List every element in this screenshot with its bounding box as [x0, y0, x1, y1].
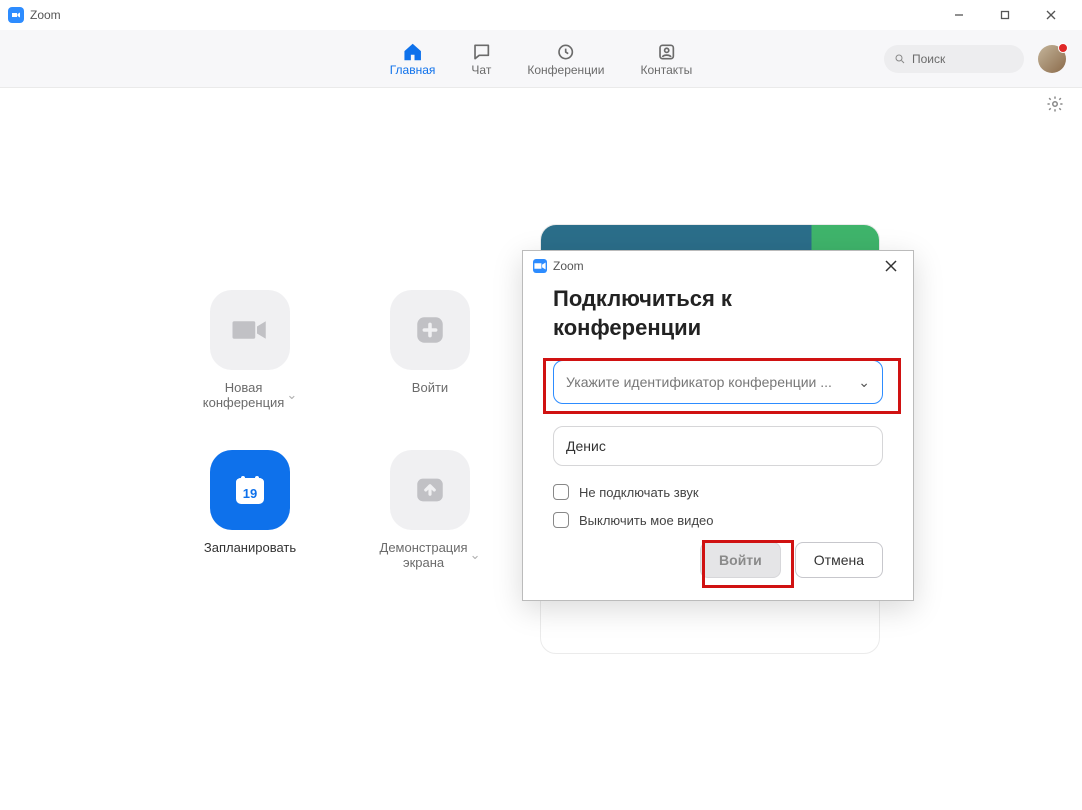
chevron-down-icon[interactable]: ⌄ — [286, 387, 297, 403]
cancel-button[interactable]: Отмена — [795, 542, 883, 578]
window-title: Zoom — [30, 8, 61, 22]
tile-label: Войти — [412, 380, 448, 395]
zoom-app-icon — [533, 259, 547, 273]
app-titlebar: Zoom — [0, 0, 1082, 30]
dialog-heading: Подключиться к конференции — [553, 285, 883, 342]
zoom-app-icon — [8, 7, 24, 23]
chat-icon — [471, 41, 491, 63]
window-close-button[interactable] — [1028, 0, 1074, 30]
mute-audio-label: Не подключать звук — [579, 485, 699, 500]
nav-tab-contacts[interactable]: Контакты — [640, 41, 692, 77]
chevron-down-icon[interactable]: ⌄ — [858, 374, 870, 391]
search-placeholder: Поиск — [912, 52, 945, 66]
nav-label: Чат — [471, 63, 491, 77]
toolbar — [0, 88, 1082, 124]
search-input[interactable]: Поиск — [884, 45, 1024, 73]
search-icon — [894, 53, 906, 65]
join-meeting-dialog: Zoom Подключиться к конференции Укажите … — [522, 250, 914, 601]
tile-schedule[interactable]: 19 Запланировать — [190, 450, 310, 570]
dialog-title: Zoom — [553, 259, 584, 273]
clock-icon — [556, 41, 576, 63]
display-name-value: Денис — [566, 438, 606, 454]
avatar[interactable] — [1038, 45, 1066, 73]
home-icon — [402, 41, 424, 63]
tile-label-line1: Демонстрация — [380, 540, 468, 555]
tile-label-line2: конференция — [203, 395, 285, 410]
cancel-button-label: Отмена — [814, 552, 864, 568]
gear-icon — [1046, 95, 1064, 113]
nav-label: Контакты — [640, 63, 692, 77]
join-button[interactable]: Войти — [700, 542, 781, 578]
video-camera-icon — [210, 290, 290, 370]
chevron-down-icon[interactable]: ⌄ — [470, 547, 481, 563]
tile-label-line2: экрана — [380, 555, 468, 570]
join-button-label: Войти — [719, 552, 762, 568]
meeting-id-input[interactable]: Укажите идентификатор конференции ... ⌄ — [553, 360, 883, 404]
mute-audio-checkbox[interactable] — [553, 484, 569, 500]
tile-new-meeting[interactable]: Новая конференция ⌄ — [190, 290, 310, 410]
window-minimize-button[interactable] — [936, 0, 982, 30]
plus-icon — [390, 290, 470, 370]
calendar-icon: 19 — [210, 450, 290, 530]
disable-video-label: Выключить мое видео — [579, 513, 714, 528]
tile-share-screen[interactable]: Демонстрация экрана ⌄ — [370, 450, 490, 570]
window-maximize-button[interactable] — [982, 0, 1028, 30]
nav-label: Конференции — [527, 63, 604, 77]
tile-join[interactable]: Войти — [370, 290, 490, 410]
tile-label: Запланировать — [204, 540, 296, 555]
nav-tab-meetings[interactable]: Конференции — [527, 41, 604, 77]
meeting-id-placeholder: Укажите идентификатор конференции ... — [566, 374, 832, 390]
nav-tab-home[interactable]: Главная — [390, 41, 436, 77]
tile-label-line1: Новая — [203, 380, 285, 395]
app-header: Главная Чат Конференции Контакты Поиск — [0, 30, 1082, 88]
display-name-input[interactable]: Денис — [553, 426, 883, 466]
settings-button[interactable] — [1046, 95, 1064, 118]
contacts-icon — [656, 41, 676, 63]
close-icon — [885, 260, 897, 272]
disable-video-checkbox[interactable] — [553, 512, 569, 528]
nav-tab-chat[interactable]: Чат — [471, 41, 491, 77]
share-screen-icon — [390, 450, 470, 530]
svg-text:19: 19 — [243, 486, 257, 501]
dialog-close-button[interactable] — [879, 254, 903, 278]
nav-label: Главная — [390, 63, 436, 77]
